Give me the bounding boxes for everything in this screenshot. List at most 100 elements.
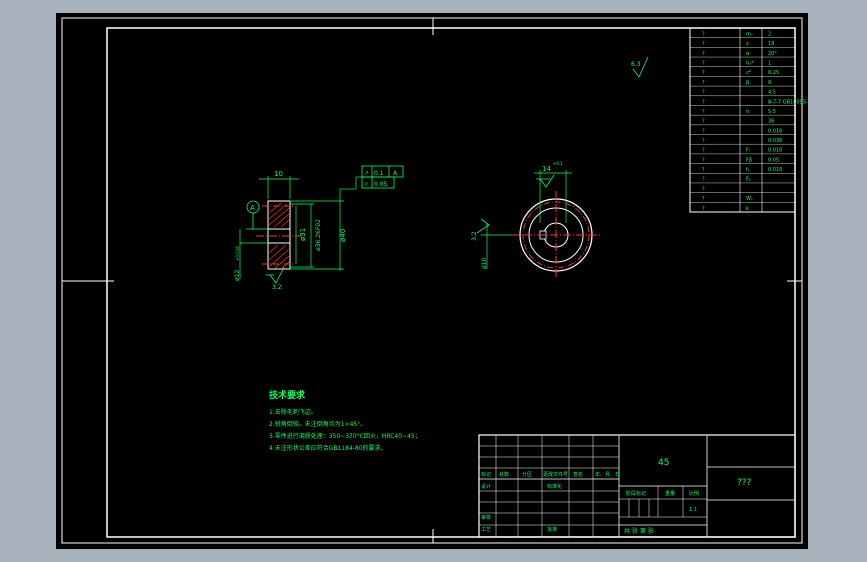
material-label: 45 — [658, 458, 669, 468]
param-cell-r15-c0: ? — [702, 177, 705, 183]
roughness-general: 6.3 — [631, 61, 641, 68]
weight-label: 重量 — [665, 490, 675, 497]
param-cell-r1-c1: z — [746, 41, 749, 47]
pitch-dimension: ø36.26F02 — [315, 219, 322, 251]
param-cell-r15-c1: Fₚ — [746, 177, 751, 183]
row-label-date: 年、月、日 — [595, 471, 620, 478]
gdt-frame: ↗ 0.1 A ⌭ 0.05 — [356, 165, 404, 189]
param-cell-r2-c0: ? — [702, 51, 705, 57]
param-cell-r18-c1: k — [746, 206, 749, 212]
param-cell-r13-c0: ? — [702, 157, 705, 163]
gdt-symbol-runout: ↗ — [364, 170, 369, 177]
param-cell-r17-c0: ? — [702, 196, 705, 202]
designer-label: 设计 — [481, 483, 491, 490]
width-dimension: 10 — [274, 170, 283, 178]
param-cell-r4-c2: 0.25 — [768, 70, 779, 76]
sheet-label: 共 张 第 张 — [624, 527, 654, 535]
section-hatch-lower — [268, 244, 290, 269]
tech-req-item-4: 4.未注形状公差应符合GB1184-80的要求。 — [269, 444, 387, 452]
param-cell-r4-c1: c* — [746, 70, 752, 76]
roughness-value-bottom: 3.2 — [272, 284, 282, 291]
bore-side-dimension: ø10 — [481, 258, 488, 269]
review-label: 审核 — [481, 514, 491, 521]
param-cell-r0-c2: 2 — [768, 31, 771, 37]
approve-label: 批准 — [547, 526, 557, 533]
scale-label: 比例 — [689, 490, 699, 497]
param-cell-r1-c0: ? — [702, 41, 705, 47]
gdt-symbol-cyl: ⌭ — [364, 181, 369, 188]
param-cell-r6-c0: ? — [702, 90, 705, 96]
keyway-dimension: 14 — [542, 165, 551, 173]
row-label-zone: 分区 — [522, 471, 532, 478]
param-cell-r5-c1: β — [746, 80, 749, 86]
param-cell-r16-c0: ? — [702, 186, 705, 192]
row-label-count: 处数 — [499, 471, 509, 478]
param-cell-r0-c1: mₙ — [746, 31, 753, 37]
param-cell-r8-c1: h — [746, 109, 749, 115]
tech-req-title: 技术要求 — [269, 389, 306, 401]
side-view: 14 +0.1 ø10 3.2 — [471, 161, 601, 279]
row-label-change-doc: 更改文件号 — [543, 471, 568, 478]
param-cell-r8-c0: ? — [702, 109, 705, 115]
param-cell-r3-c2: 1 — [768, 61, 771, 67]
gdt-value-runout: 0.1 — [374, 170, 384, 177]
keyway-tolerance: +0.1 — [553, 161, 563, 166]
param-cell-r12-c1: Fᵣ — [746, 148, 751, 154]
row-label-sign: 签名 — [573, 471, 583, 478]
param-cell-r8-c2: 5.5 — [768, 109, 776, 115]
param-cell-r7-c0: ? — [702, 99, 705, 105]
param-cell-r0-c0: ? — [702, 31, 705, 37]
gear-parameter-table: ? mₙ 2? z 18? α 20°? hₐ* 1? c* 0.25? β 0? 4.5? 8-7-7 G… — [689, 27, 808, 213]
gdt-datum-ref: A — [393, 170, 398, 177]
param-cell-r4-c0: ? — [702, 70, 705, 76]
roughness-value-side: 3.2 — [471, 231, 478, 241]
gdt-value-cyl: 0.05 — [374, 181, 388, 188]
param-cell-r12-c0: ? — [702, 148, 705, 154]
tech-req-item-1: 1.去除毛刺飞边。 — [269, 408, 317, 416]
param-cell-r3-c0: ? — [702, 61, 705, 67]
row-label-mark: 标记 — [481, 471, 491, 478]
drawing-canvas: 10 A ø12 +0.018 ø31 ø36.26F02 ø40 ↗ 0.1 … — [61, 17, 808, 544]
param-cell-r2-c1: α — [746, 51, 750, 57]
bore-dimension: ø12 — [234, 270, 241, 281]
front-section-view: 10 A ø12 +0.018 ø31 ø36.26F02 ø40 ↗ 0.1 … — [234, 165, 404, 291]
param-cell-r2-c2: 20° — [768, 51, 777, 57]
param-cell-r1-c2: 18 — [768, 41, 774, 47]
tech-req-item-2: 2.锐角倒钝，未注倒角均为1×45°。 — [269, 420, 366, 428]
outer-dimension: ø40 — [339, 229, 347, 242]
param-cell-r12-c2: 0.016 — [768, 148, 782, 154]
param-cell-r5-c0: ? — [702, 80, 705, 86]
part-name: ??? — [737, 478, 752, 488]
outer-frame — [61, 17, 803, 544]
param-cell-r14-c1: fₚ — [746, 167, 750, 173]
cad-viewport[interactable]: 10 A ø12 +0.018 ø31 ø36.26F02 ø40 ↗ 0.1 … — [56, 13, 808, 549]
param-cell-r14-c2: 0.016 — [768, 167, 782, 173]
hub-dimension: ø31 — [299, 228, 307, 241]
param-cell-r9-c0: ? — [702, 119, 705, 125]
param-cell-r5-c2: 0 — [768, 80, 771, 86]
param-cell-r17-c1: Wₖ — [746, 196, 753, 202]
stage-label: 阶段标记 — [626, 490, 646, 497]
inner-frame — [106, 27, 796, 538]
tech-req-item-3: 3.零件进行调质处理：350~370°C回火，HRC40~45； — [269, 432, 421, 440]
technical-requirements: 技术要求 1.去除毛刺飞边。 2.锐角倒钝，未注倒角均为1×45°。 3.零件进… — [269, 389, 421, 452]
param-cell-r10-c0: ? — [702, 128, 705, 134]
param-cell-r6-c2: 4.5 — [768, 90, 776, 96]
scale-value: 1:1 — [689, 507, 697, 513]
param-cell-r13-c1: Fβ — [746, 157, 752, 163]
param-cell-r14-c0: ? — [702, 167, 705, 173]
param-cell-r11-c2: 0.036 — [768, 138, 782, 144]
param-cell-r18-c0: ? — [702, 206, 705, 212]
datum-label: A — [250, 204, 255, 212]
roughness-symbol-keyway — [536, 174, 555, 188]
param-cell-r3-c1: hₐ* — [746, 61, 754, 67]
param-cell-r9-c2: 36 — [768, 119, 774, 125]
standard-label: 标准化 — [547, 483, 562, 490]
process-label: 工艺 — [481, 527, 491, 533]
param-cell-r11-c0: ? — [702, 138, 705, 144]
param-cell-r7-c2: 8-7-7 GB10095-88 — [768, 99, 808, 105]
param-cell-r13-c2: 0.05 — [768, 157, 779, 163]
title-block-text: 45 ??? 标记 处数 分区 更改文件号 签名 年、月、日 设计 标准化 审核… — [481, 458, 752, 535]
param-cell-r10-c2: 0.016 — [768, 128, 782, 134]
bore-tolerance-upper: +0.018 — [235, 246, 240, 261]
